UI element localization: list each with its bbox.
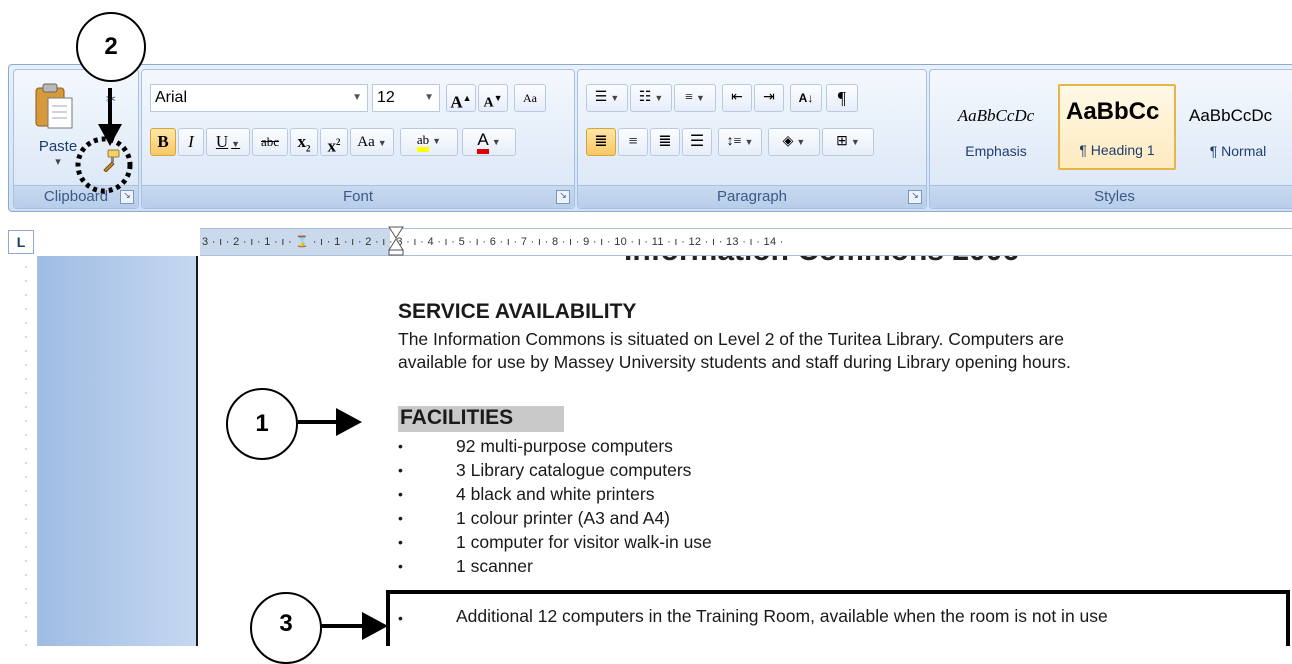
format-painter-highlight	[75, 136, 133, 194]
arrow-3-head	[362, 612, 388, 640]
callout-2-label: 2	[104, 33, 118, 60]
callout-3-label: 3	[279, 610, 293, 637]
annotation-arrows	[75, 88, 388, 640]
arrow-1-head	[336, 408, 362, 436]
callout-1: 1	[226, 388, 298, 460]
callout-3: 3	[250, 592, 322, 664]
callout-1-label: 1	[255, 410, 269, 437]
callout-2: 2	[76, 12, 146, 82]
